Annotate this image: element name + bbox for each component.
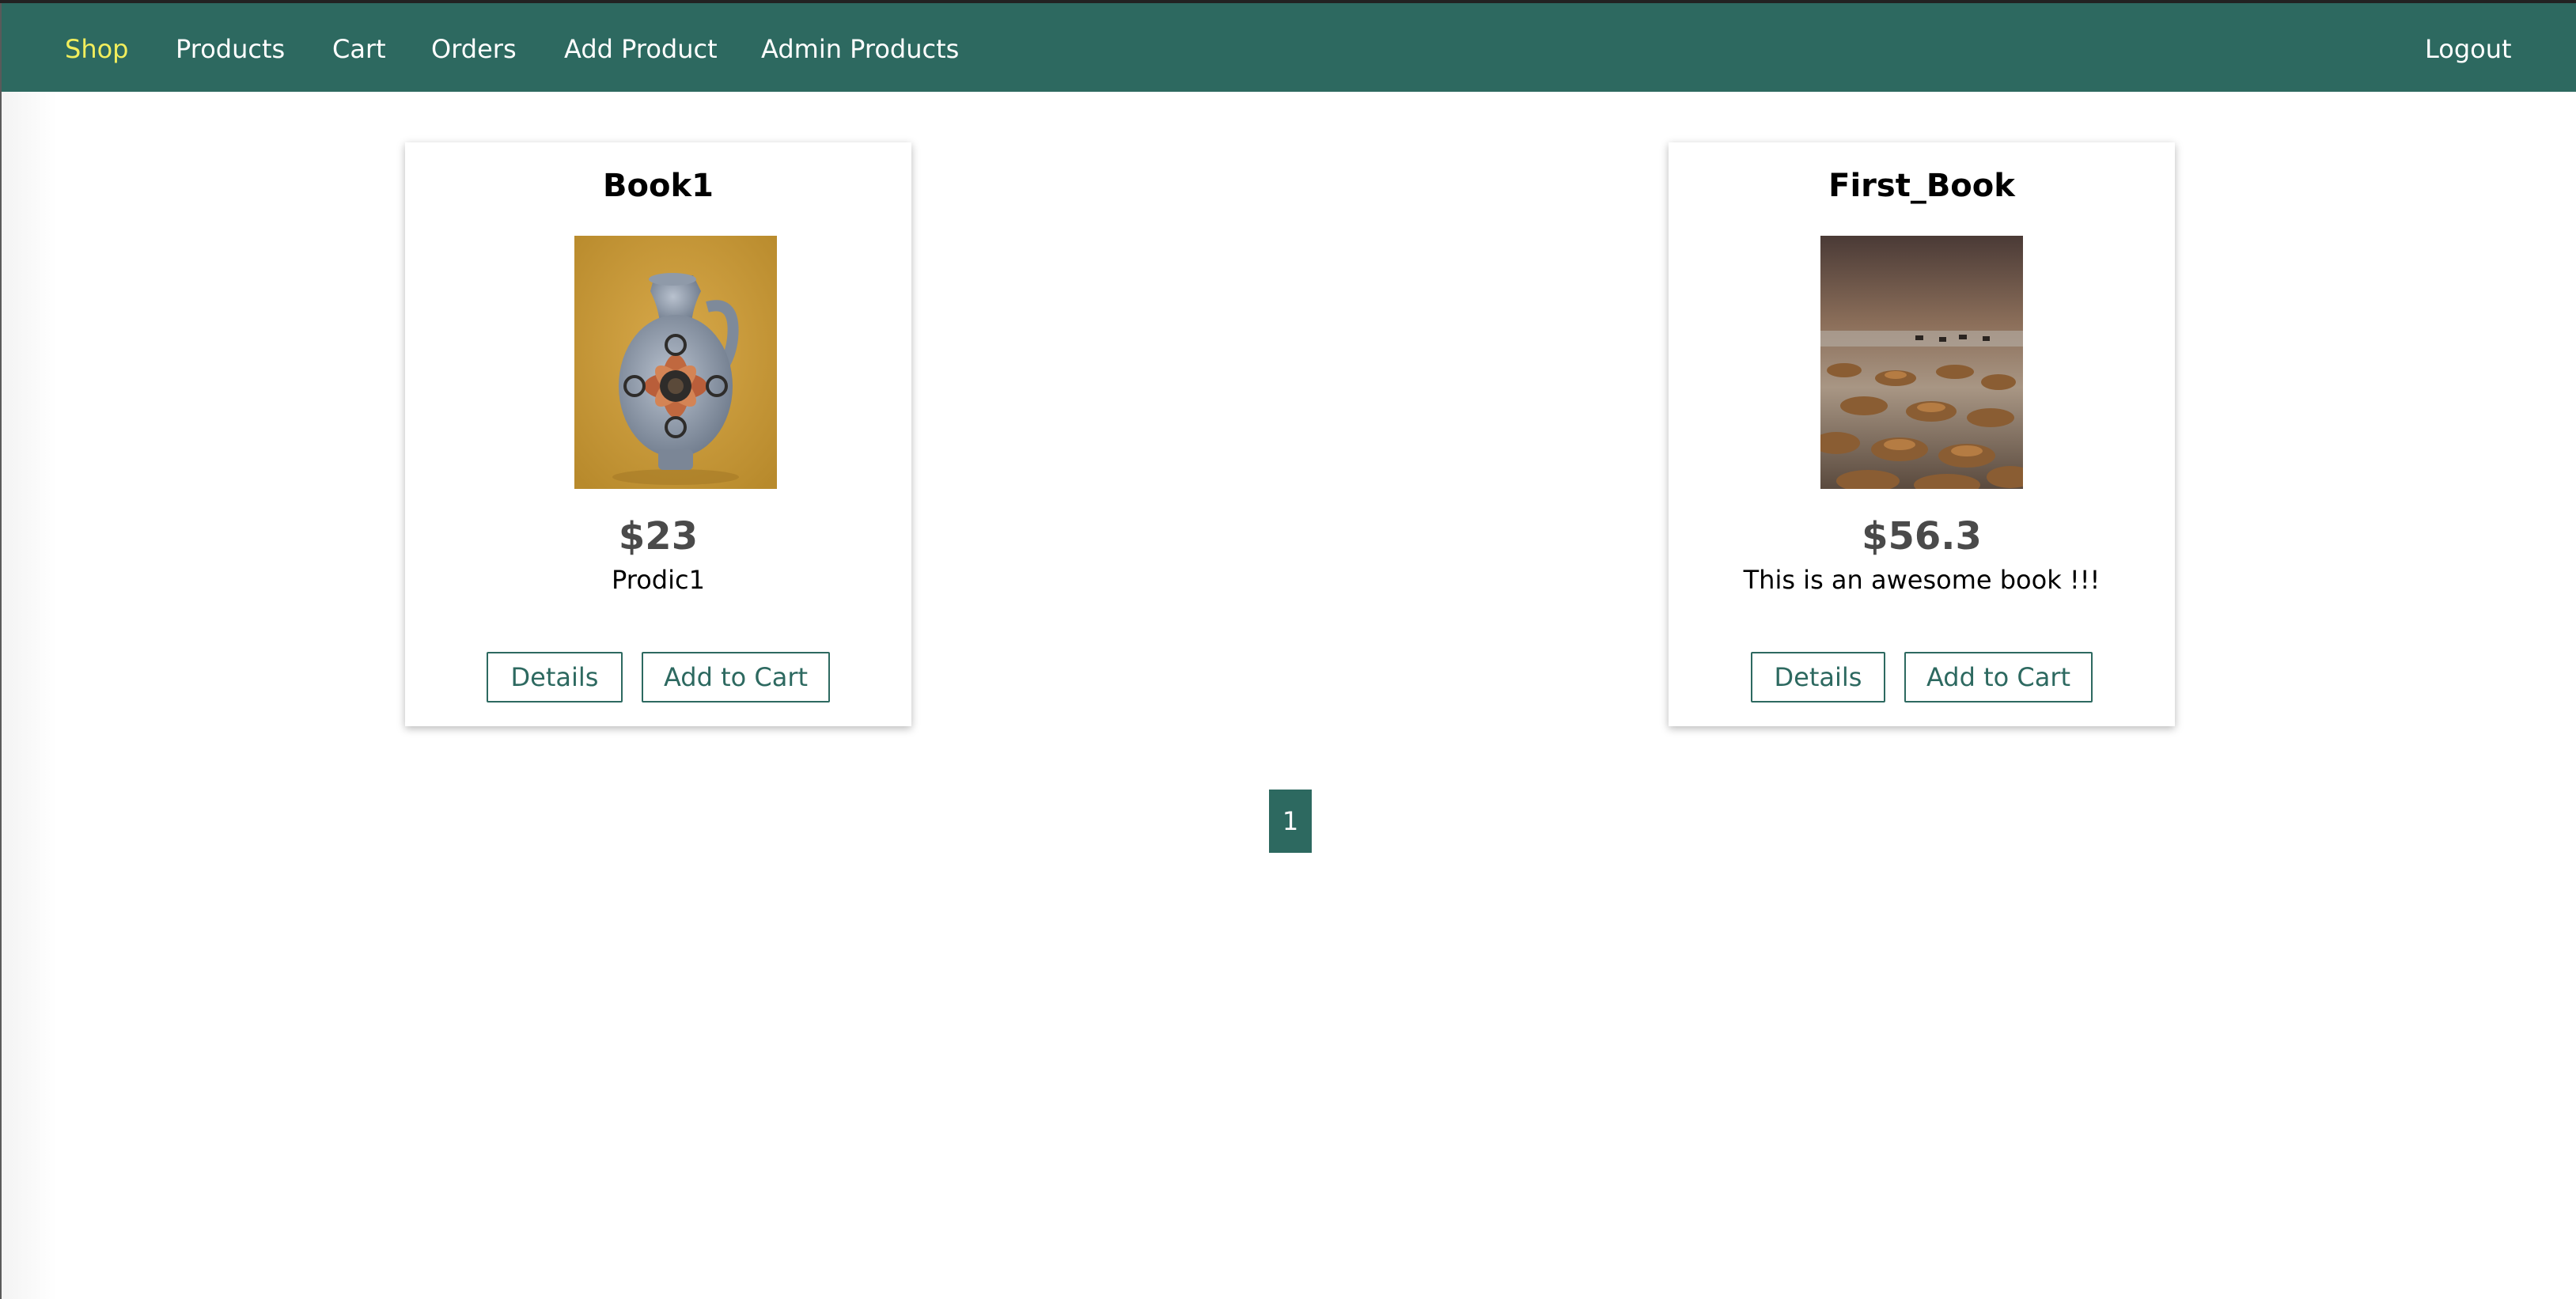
product-card: Book1 $23 Prodic1 Details Add to Cart	[405, 142, 911, 726]
details-button[interactable]: Details	[1751, 652, 1885, 703]
nav-cart[interactable]: Cart	[332, 27, 386, 71]
pagination-page-button[interactable]: 1	[1269, 790, 1312, 853]
product-description: Prodic1	[612, 565, 705, 595]
add-to-cart-button[interactable]: Add to Cart	[1904, 652, 2093, 703]
landscape-photo	[1820, 236, 2023, 489]
product-description: This is an awesome book !!!	[1743, 565, 2101, 595]
left-edge-shade	[2, 0, 57, 1299]
vase-photo	[574, 236, 777, 489]
nav-add-product[interactable]: Add Product	[564, 27, 718, 71]
product-title: Book1	[603, 168, 714, 204]
nav-shop[interactable]: Shop	[65, 27, 128, 71]
app-window: Shop Products Cart Orders Add Product Ad…	[0, 0, 2576, 1299]
product-price: $56.3	[1862, 514, 1982, 559]
main-header: Shop Products Cart Orders Add Product Ad…	[2, 3, 2576, 92]
nav-products[interactable]: Products	[176, 27, 285, 71]
nav-admin-products[interactable]: Admin Products	[761, 27, 959, 71]
details-button[interactable]: Details	[487, 652, 623, 703]
nav-orders[interactable]: Orders	[431, 27, 517, 71]
add-to-cart-button[interactable]: Add to Cart	[642, 652, 830, 703]
window-left-border	[0, 0, 2, 1299]
product-card: First_Book $56.3 This is an awesome book…	[1669, 142, 2175, 726]
product-price: $23	[618, 514, 699, 559]
product-title: First_Book	[1828, 168, 2015, 204]
nav-logout[interactable]: Logout	[2425, 27, 2512, 71]
